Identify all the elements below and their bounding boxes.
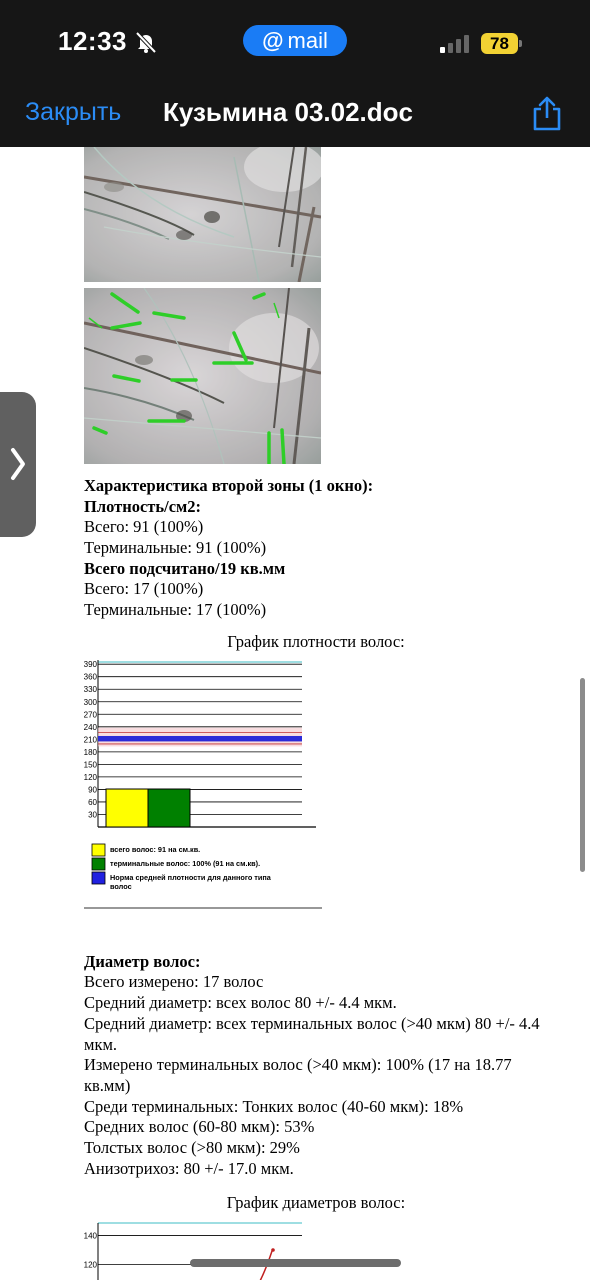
legend-label: терминальные волос: 100% (91 на см.кв). (110, 859, 260, 868)
diameter-avg-terminal: Средний диаметр: всех терминальных волос… (84, 1014, 540, 1054)
y-tick-label: 210 (84, 735, 98, 744)
diameter-chart-title: График диаметров волос: (226, 1193, 406, 1212)
signal-icon (440, 35, 469, 53)
top-bar: 12:33 @ mail 78 Закрыть Кузьмина 03.02.d… (0, 0, 590, 147)
bar-2 (147, 788, 191, 828)
diameter-terminal-measured: Измерено терминальных волос (>40 мкм): 1… (84, 1055, 512, 1095)
scrollbar[interactable] (580, 678, 585, 872)
diameter-medium: Средних волос (60-80 мкм): 53% (84, 1117, 315, 1136)
mail-pill-label: mail (287, 27, 328, 53)
legend-swatch (91, 871, 106, 885)
document-title: Кузьмина 03.02.doc (163, 97, 414, 127)
bell-slash-icon (135, 31, 157, 54)
y-tick-label: 360 (84, 673, 98, 682)
y-tick-label: 300 (84, 698, 98, 707)
density-chart-title: График плотности волос: (227, 632, 405, 651)
battery-level: 78 (481, 33, 518, 54)
close-button[interactable]: Закрыть (25, 98, 121, 127)
y-tick-label: 60 (88, 798, 97, 807)
legend-label: всего волос: 91 на см.кв. (110, 845, 200, 854)
trichoscopy-image-2 (84, 288, 321, 464)
y-tick-label: 150 (84, 760, 98, 769)
y-tick-label: 90 (88, 785, 97, 794)
diameter-anisotrichosis: Анизотрихоз: 80 +/- 17.0 мкм. (84, 1159, 294, 1178)
norm-band (98, 735, 302, 742)
density-chart: 30 60 90 120 150 180 210 240 270 300 330 360 390 всег… (84, 660, 322, 909)
status-time: 12:33 (58, 26, 127, 56)
battery-icon: 78 (481, 33, 523, 54)
y-tick-label: 120 (84, 1261, 98, 1270)
document-view[interactable]: Характеристика второй зоны (1 окно): Пло… (0, 147, 590, 1280)
density-terminal: Терминальные: 91 (100%) (84, 538, 267, 557)
density-heading: Плотность/см2: (84, 497, 202, 516)
y-tick-label: 240 (84, 723, 98, 732)
home-indicator[interactable] (190, 1259, 401, 1267)
share-icon[interactable] (530, 96, 564, 132)
y-tick-label: 120 (84, 773, 98, 782)
counted-total: Всего: 17 (100%) (84, 579, 204, 598)
y-tick-label: 140 (84, 1232, 98, 1241)
mail-pill[interactable]: @ mail (243, 25, 347, 56)
diameter-heading: Диаметр волос: (84, 952, 201, 971)
diameter-avg-all: Средний диаметр: всех волос 80 +/- 4.4 м… (84, 993, 397, 1012)
counted-terminal: Терминальные: 17 (100%) (84, 600, 267, 619)
y-tick-label: 30 (88, 810, 97, 819)
y-tick-label: 330 (84, 685, 98, 694)
legend-label: Норма средней плотности для данного типа (110, 873, 272, 882)
diameter-chart: 100120140 (84, 1222, 302, 1280)
y-tick-label: 270 (84, 710, 98, 719)
diameter-thin: Среди терминальных: Тонких волос (40-60 … (84, 1097, 464, 1116)
side-panel-handle[interactable] (0, 392, 36, 537)
at-icon: @ (262, 27, 284, 53)
counted-heading: Всего подсчитано/19 кв.мм (84, 559, 286, 578)
density-total: Всего: 91 (100%) (84, 517, 204, 536)
legend-swatch (91, 857, 106, 871)
y-tick-label: 390 (84, 660, 98, 669)
chevron-right-icon (11, 448, 25, 480)
diameter-point (271, 1248, 275, 1252)
diameter-thick: Толстых волос (>80 мкм): 29% (84, 1138, 300, 1157)
trichoscopy-image-1 (84, 147, 321, 282)
legend-swatch (91, 843, 106, 857)
legend-label-cont: волос (110, 882, 132, 891)
battery-cap (519, 40, 522, 47)
zone-heading: Характеристика второй зоны (1 окно): (84, 476, 374, 495)
y-tick-label: 180 (84, 748, 98, 757)
bar-1 (105, 788, 149, 828)
diameter-measured: Всего измерено: 17 волос (84, 972, 264, 991)
